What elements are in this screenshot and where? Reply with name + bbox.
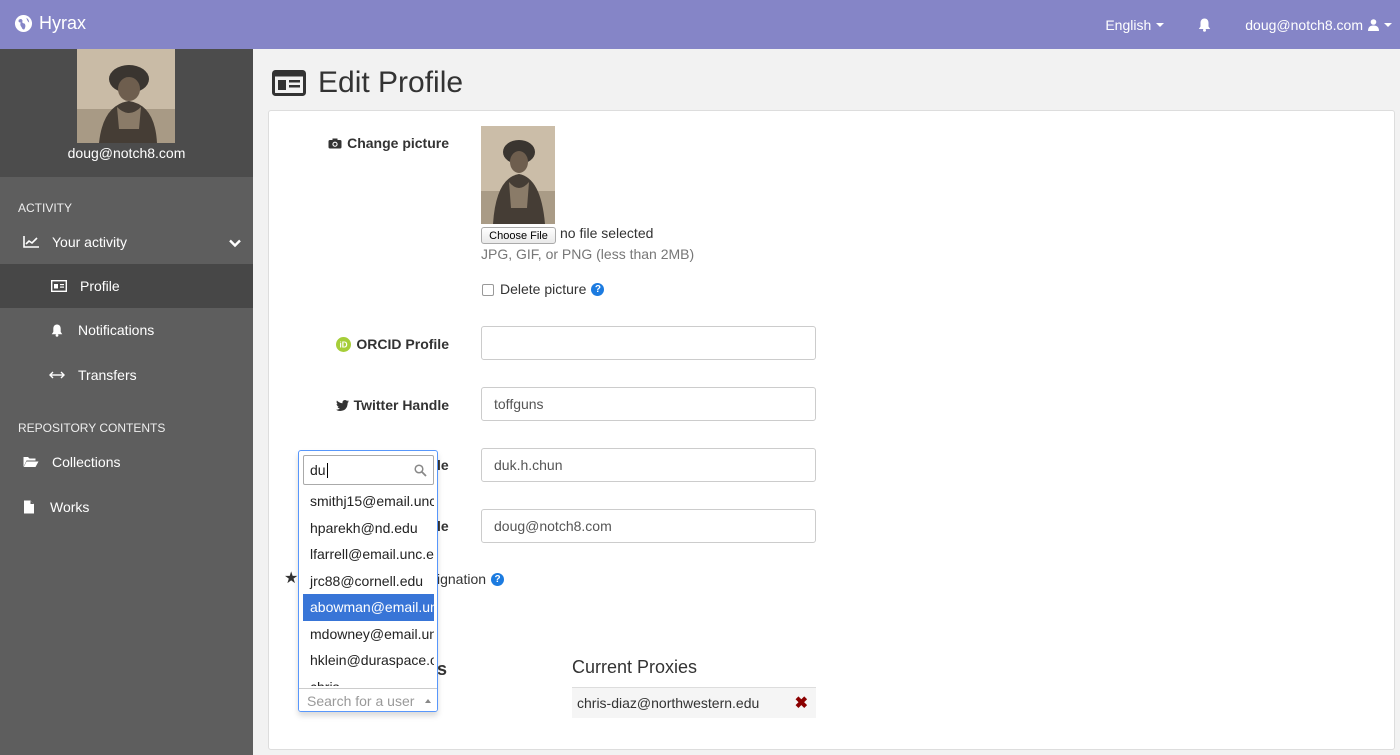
sidebar-item-collections[interactable]: Collections bbox=[0, 440, 253, 484]
user-results-list: smithj15@email.unc.edu hparekh@nd.edu lf… bbox=[303, 488, 434, 686]
svg-text:iD: iD bbox=[340, 340, 348, 349]
caret-down-icon bbox=[1156, 22, 1165, 27]
user-option[interactable]: lfarrell@email.unc.edu bbox=[303, 541, 434, 568]
change-picture-label: Change picture bbox=[328, 135, 449, 151]
orcid-input[interactable] bbox=[481, 326, 816, 360]
proxies-heading-partial: s bbox=[437, 659, 448, 679]
designation-label: ignation ? bbox=[437, 571, 505, 587]
camera-icon bbox=[328, 138, 342, 148]
globe-icon bbox=[14, 14, 33, 33]
file-type-hint: JPG, GIF, or PNG (less than 2MB) bbox=[481, 246, 695, 262]
user-option[interactable]: mdowney@email.unc.edu bbox=[303, 621, 434, 648]
sidebar-item-label: Notifications bbox=[78, 322, 155, 338]
profile-picture-preview bbox=[481, 126, 555, 224]
id-card-icon bbox=[50, 278, 68, 294]
star-icon: ★ bbox=[284, 570, 299, 587]
help-icon[interactable]: ? bbox=[591, 282, 605, 296]
no-file-text: no file selected bbox=[560, 225, 654, 241]
sidebar-item-label: Transfers bbox=[78, 367, 137, 383]
sidebar-item-label: Works bbox=[50, 499, 90, 515]
sidebar-item-transfers[interactable]: Transfers bbox=[0, 353, 253, 397]
user-search-select[interactable]: Search for a user bbox=[299, 688, 437, 711]
current-proxies-heading: Current Proxies bbox=[572, 657, 698, 677]
brand-name: Hyrax bbox=[39, 13, 87, 33]
language-label: English bbox=[1105, 16, 1152, 33]
facebook-input[interactable] bbox=[481, 448, 816, 482]
folder-open-icon bbox=[22, 454, 40, 470]
orcid-label: iD ORCID Profile bbox=[336, 336, 449, 352]
help-icon[interactable]: ? bbox=[491, 572, 505, 586]
file-icon bbox=[20, 499, 38, 515]
facebook-label-partial: le bbox=[437, 457, 449, 473]
user-search-input[interactable]: du bbox=[303, 455, 434, 485]
chevron-down-icon bbox=[229, 235, 241, 251]
page-title: Edit Profile bbox=[272, 66, 463, 100]
sidebar-item-profile[interactable]: Profile bbox=[0, 264, 253, 308]
twitter-label: Twitter Handle bbox=[335, 397, 449, 413]
caret-down-icon bbox=[1384, 22, 1392, 27]
user-option[interactable]: smithj15@email.unc.edu bbox=[303, 488, 434, 515]
sidebar-profile-name: doug@notch8.com bbox=[67, 145, 186, 161]
proxy-row: chris-diaz@northwestern.edu ✖ bbox=[572, 687, 816, 718]
user-menu[interactable]: doug@notch8.com bbox=[1245, 17, 1392, 33]
bell-icon bbox=[48, 322, 66, 338]
id-card-icon bbox=[272, 70, 306, 96]
avatar[interactable] bbox=[77, 49, 175, 143]
language-dropdown[interactable]: English bbox=[1105, 16, 1165, 33]
googleplus-input[interactable] bbox=[481, 509, 816, 543]
user-option[interactable]: chris bbox=[303, 674, 434, 686]
choose-file-button[interactable]: Choose File bbox=[481, 227, 556, 244]
sidebar-item-label: Collections bbox=[52, 454, 121, 470]
page-title-text: Edit Profile bbox=[318, 66, 464, 99]
twitter-icon bbox=[335, 399, 349, 411]
designation-row: ★ bbox=[284, 568, 298, 588]
repository-heading: REPOSITORY CONTENTS bbox=[18, 421, 166, 435]
user-email: doug@notch8.com bbox=[1245, 16, 1363, 33]
user-search-dropdown: du smithj15@email.unc.edu hparekh@nd.edu… bbox=[298, 450, 438, 712]
sidebar-profile: doug@notch8.com bbox=[0, 49, 253, 177]
sidebar-item-notifications[interactable]: Notifications bbox=[0, 308, 253, 352]
user-option[interactable]: jrc88@cornell.edu bbox=[303, 568, 434, 595]
sidebar-item-label: Your activity bbox=[52, 234, 127, 250]
brand-link[interactable]: Hyrax bbox=[14, 13, 86, 34]
sidebar-item-label: Profile bbox=[80, 278, 120, 294]
activity-heading: ACTIVITY bbox=[18, 201, 73, 215]
caret-up-icon bbox=[425, 699, 431, 703]
googleplus-label-partial: le bbox=[437, 518, 449, 534]
delete-picture-label: Delete picture ? bbox=[500, 281, 605, 297]
orcid-icon: iD bbox=[336, 336, 352, 352]
sidebar: doug@notch8.com ACTIVITY Your activity P… bbox=[0, 49, 253, 755]
user-option-highlighted[interactable]: abowman@email.unc.edu bbox=[303, 594, 434, 621]
sidebar-item-works[interactable]: Works bbox=[0, 485, 253, 529]
line-chart-icon bbox=[22, 234, 40, 250]
twitter-input[interactable] bbox=[481, 387, 816, 421]
search-icon bbox=[414, 464, 427, 477]
top-navbar: Hyrax English doug@notch8.com bbox=[0, 0, 1400, 49]
proxy-email: chris-diaz@northwestern.edu bbox=[577, 695, 760, 711]
sidebar-item-your-activity[interactable]: Your activity bbox=[0, 220, 253, 264]
delete-picture-checkbox[interactable] bbox=[482, 284, 494, 296]
user-option[interactable]: hklein@duraspace.org bbox=[303, 647, 434, 674]
user-icon bbox=[1368, 18, 1379, 31]
user-option[interactable]: hparekh@nd.edu bbox=[303, 515, 434, 542]
remove-proxy-icon[interactable]: ✖ bbox=[795, 693, 808, 713]
arrows-horizontal-icon bbox=[48, 367, 66, 383]
bell-icon bbox=[1199, 18, 1211, 32]
notifications-button[interactable] bbox=[1198, 18, 1211, 32]
